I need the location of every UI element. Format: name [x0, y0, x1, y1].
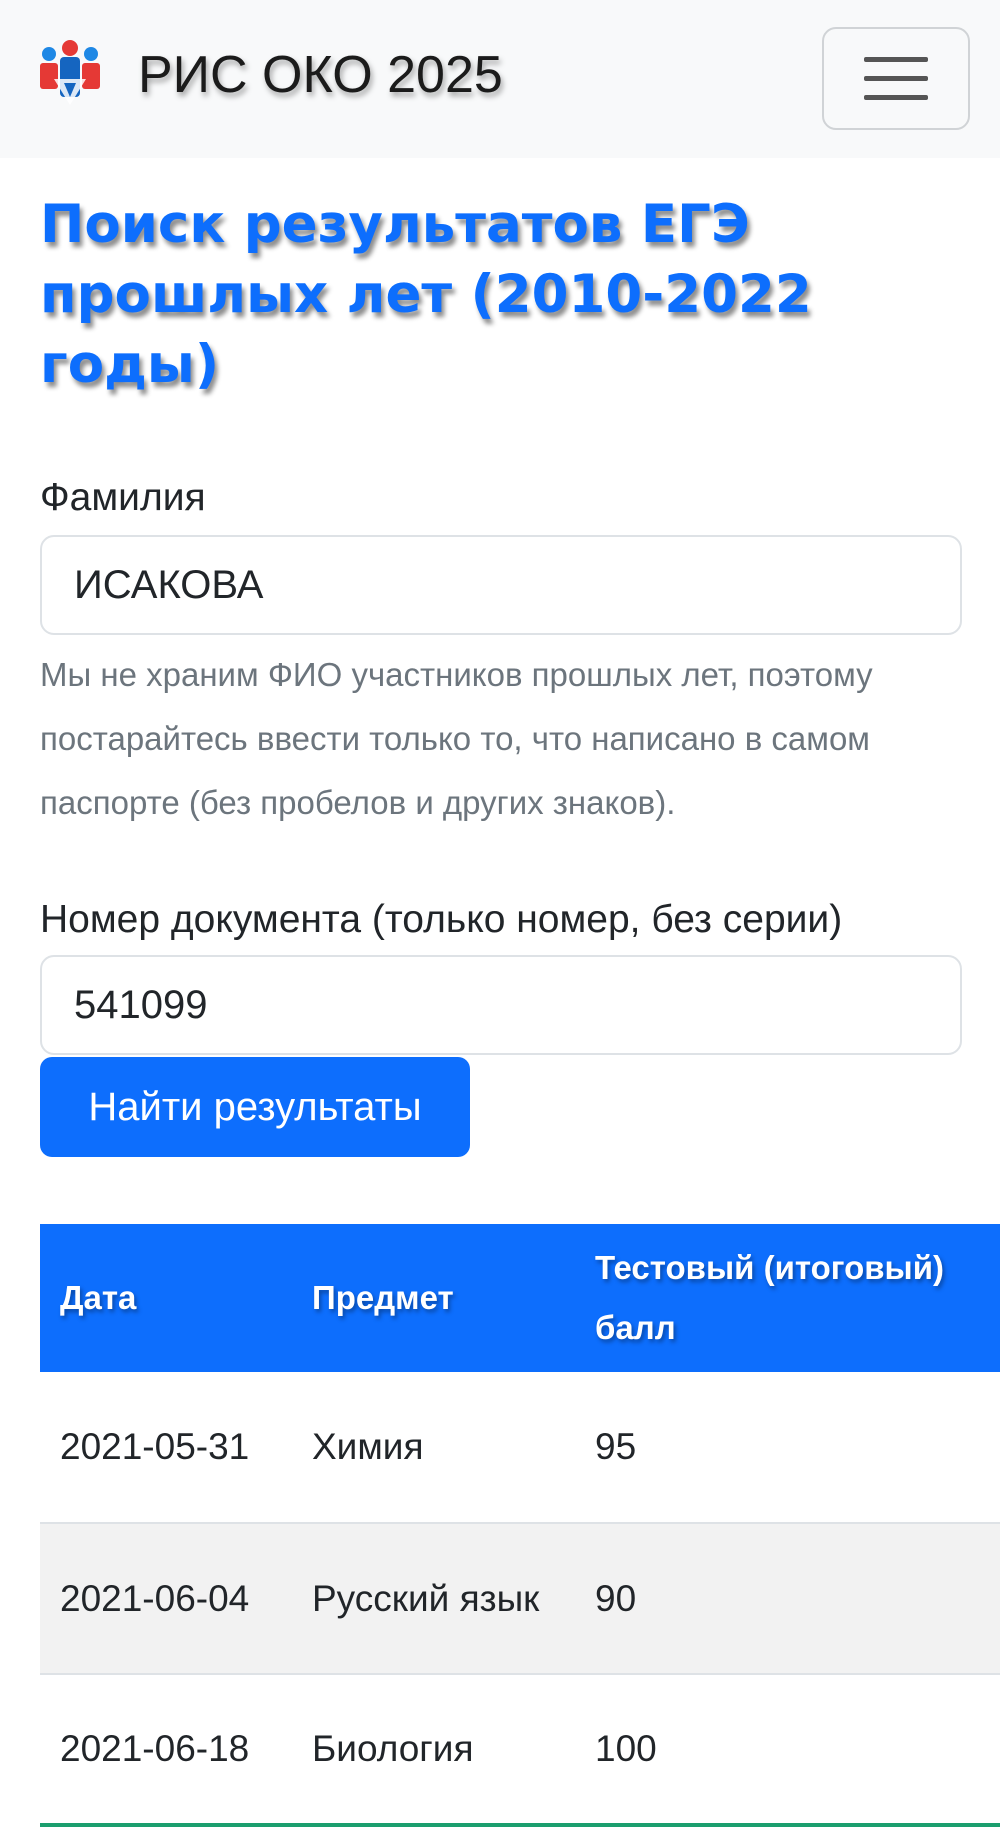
surname-input[interactable] [40, 535, 962, 635]
find-results-button[interactable]: Найти результаты [40, 1057, 470, 1157]
document-number-label: Номер документа (только номер, без серии… [40, 898, 843, 941]
results-table: Дата Предмет Тестовый (итоговый) балл 20… [40, 1224, 1000, 1827]
column-header-date: Дата [40, 1224, 292, 1372]
cell-score: 95 [575, 1372, 1000, 1524]
cell-score: 100 [575, 1674, 1000, 1827]
table-row: 2021-06-04 Русский язык 90 [40, 1523, 1000, 1675]
cell-date: 2021-06-18 [40, 1674, 292, 1827]
table-row: 2021-05-31 Химия 95 [40, 1372, 1000, 1524]
brand-title: РИС ОКО 2025 [138, 46, 503, 104]
menu-toggle-button[interactable] [822, 27, 970, 130]
hamburger-menu-icon [864, 56, 928, 100]
ege-people-logo-icon [40, 40, 100, 105]
page-title: Поиск результатов ЕГЭ прошлых лет (2010-… [40, 194, 812, 395]
cell-subject: Биология [292, 1674, 575, 1827]
cell-subject: Химия [292, 1372, 575, 1524]
column-header-subject: Предмет [292, 1224, 575, 1372]
cell-score: 90 [575, 1523, 1000, 1675]
surname-help-text: Мы не храним ФИО участников прошлых лет,… [40, 656, 873, 821]
document-number-input[interactable] [40, 955, 962, 1055]
cell-subject: Русский язык [292, 1523, 575, 1675]
table-row: 2021-06-18 Биология 100 [40, 1674, 1000, 1827]
brand-link[interactable]: РИС ОКО 2025 [34, 30, 503, 120]
cell-date: 2021-06-04 [40, 1523, 292, 1675]
cell-date: 2021-05-31 [40, 1372, 292, 1524]
surname-label: Фамилия [40, 476, 206, 519]
results-header-row: Дата Предмет Тестовый (итоговый) балл [40, 1224, 1000, 1372]
navbar: РИС ОКО 2025 [0, 0, 1000, 158]
column-header-score: Тестовый (итоговый) балл [575, 1224, 1000, 1372]
